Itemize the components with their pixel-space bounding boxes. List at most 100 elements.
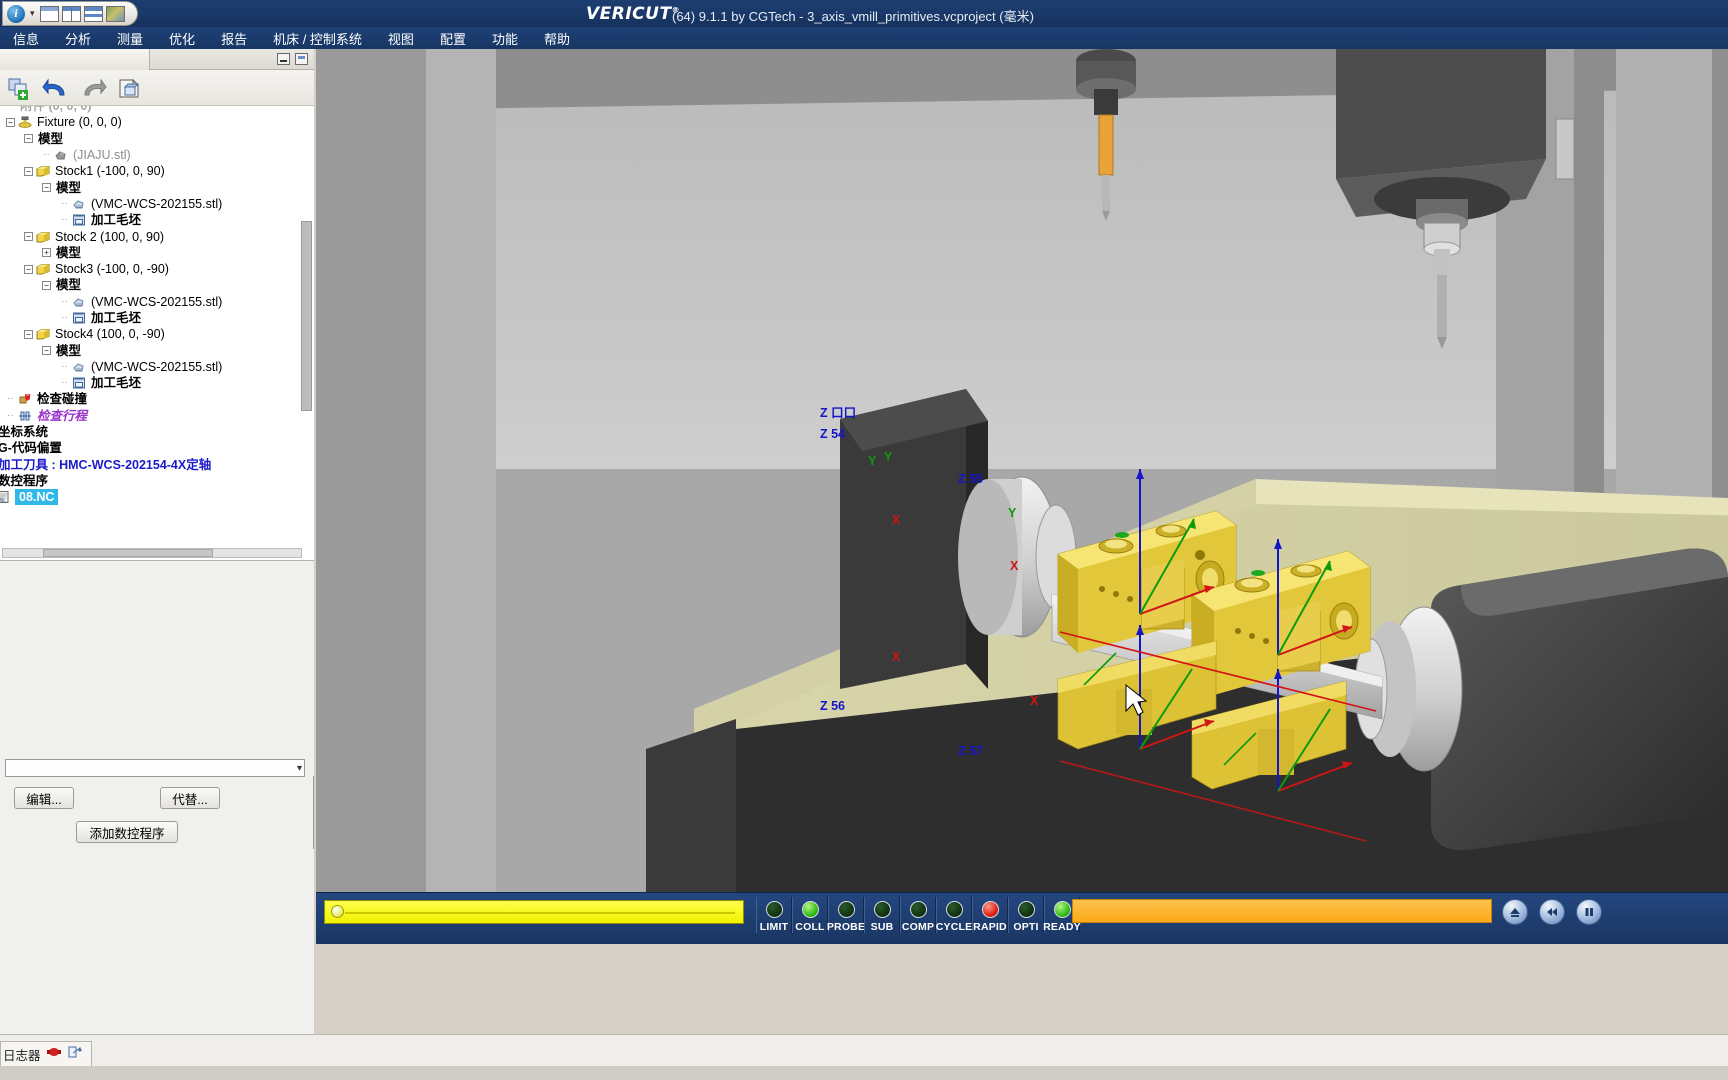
replace-button[interactable]: 代替... (160, 787, 220, 809)
panel-tab-active[interactable] (0, 49, 150, 70)
open-model-button[interactable] (116, 74, 144, 102)
tree-collapse-toggle[interactable]: − (24, 264, 33, 274)
tree-row-label: 附件 (0, 0, 0) (20, 106, 92, 114)
simulation-speed-slider[interactable] (324, 900, 744, 924)
tree-collapse-toggle[interactable]: − (42, 280, 51, 290)
tree-leaf-connector: ·· (61, 377, 68, 389)
maximize-icon[interactable] (295, 53, 308, 65)
status-led-coll[interactable]: COLL (792, 897, 828, 933)
image-preview-icon[interactable] (105, 5, 125, 22)
tree-row[interactable]: 数控程序 (0, 473, 314, 489)
tree-row[interactable]: ·· 加工毛坯 (0, 212, 314, 228)
single-pane-layout-icon[interactable] (39, 5, 59, 22)
log-status-area[interactable]: 日志器 (0, 1041, 92, 1067)
tree-leaf-connector: ·· (43, 149, 50, 161)
tree-row[interactable]: − Stock1 (-100, 0, 90) (0, 163, 314, 179)
tree-collapse-toggle[interactable]: − (24, 134, 33, 144)
tree-vertical-scrollbar[interactable] (301, 221, 312, 411)
tree-row[interactable]: ·· 检查行程 (0, 408, 314, 424)
reset-button[interactable] (1502, 899, 1528, 925)
status-led-comp[interactable]: COMP (900, 897, 936, 933)
status-led-cycle[interactable]: CYCLE (936, 897, 972, 933)
chevron-down-icon[interactable]: ▾ (297, 763, 302, 774)
tree-horizontal-scrollbar[interactable] (2, 548, 302, 558)
menu-item-view[interactable]: 视图 (375, 27, 427, 50)
tree-row[interactable]: ··NC08.NC (0, 489, 314, 506)
tree-collapse-toggle[interactable]: − (42, 183, 51, 193)
rewind-button[interactable] (1539, 899, 1565, 925)
tree-row[interactable]: ·· (VMC-WCS-202155.stl) (0, 359, 314, 375)
machine-simulation-viewport[interactable]: Z 口口 Z 54 Z 55 Z 56 Z 57 X X X X Y Y Y (316, 49, 1728, 892)
minimize-icon[interactable] (277, 53, 290, 65)
led-indicator (945, 901, 963, 918)
blank-stock-icon (73, 312, 85, 324)
nc-file-icon: NC (0, 491, 9, 504)
tree-row[interactable]: ·· (JIAJU.stl) (0, 147, 314, 163)
tree-row[interactable]: + 模型 (0, 245, 314, 261)
machine-scene (316, 49, 1728, 892)
status-led-sub[interactable]: SUB (864, 897, 900, 933)
tree-row[interactable]: 附件 (0, 0, 0) (0, 106, 314, 114)
tree-collapse-toggle[interactable]: − (24, 166, 33, 176)
status-led-opti[interactable]: OPTI (1008, 897, 1044, 933)
tree-row[interactable]: − Stock4 (100, 0, -90) (0, 326, 314, 342)
log-error-icon[interactable] (46, 1045, 62, 1064)
add-component-button[interactable] (5, 74, 33, 102)
tree-row[interactable]: 坐标系统 (0, 424, 314, 440)
menu-item-help[interactable]: 帮助 (531, 27, 583, 50)
menu-item-report[interactable]: 报告 (208, 27, 260, 50)
tree-row[interactable]: ·· (VMC-WCS-202155.stl) (0, 294, 314, 310)
tree-row[interactable]: − 模型 (0, 342, 314, 358)
axis-label-y-2: Y (884, 450, 893, 464)
menu-item-info[interactable]: 信息 (0, 27, 52, 50)
add-nc-program-button[interactable]: 添加数控程序 (76, 821, 178, 843)
tree-leaf-connector: ·· (61, 214, 68, 226)
tree-leaf-connector: ·· (61, 295, 68, 307)
tree-row[interactable]: ·· 加工毛坯 (0, 310, 314, 326)
info-icon[interactable]: i (7, 4, 25, 23)
simulation-status-bar: LIMIT COLL PROBE SUB COMP CYCLE RAPID OPTI READY (316, 892, 1728, 944)
slider-knob[interactable] (331, 905, 344, 918)
tree-expand-toggle[interactable]: + (42, 248, 51, 258)
tree-row[interactable]: − 模型 (0, 277, 314, 293)
status-led-limit[interactable]: LIMIT (756, 897, 792, 933)
vertical-split-layout-icon[interactable] (61, 5, 81, 22)
redo-button[interactable] (79, 74, 107, 102)
tree-collapse-toggle[interactable]: − (6, 117, 15, 127)
horizontal-split-layout-icon[interactable] (83, 5, 103, 22)
nc-program-combo[interactable]: ▾ (5, 759, 305, 777)
menu-item-analysis[interactable]: 分析 (52, 27, 104, 50)
tree-row[interactable]: ·· 检查碰撞 (0, 391, 314, 407)
led-indicator (1053, 901, 1071, 918)
menu-item-config[interactable]: 配置 (427, 27, 479, 50)
menu-item-optimize[interactable]: 优化 (156, 27, 208, 50)
tree-row[interactable]: − Stock 2 (100, 0, 90) (0, 228, 314, 244)
tree-row[interactable]: − Fixture (0, 0, 0) (0, 114, 314, 130)
tree-collapse-toggle[interactable]: − (24, 232, 33, 242)
tree-row[interactable]: G-代码偏置 (0, 440, 314, 456)
chevron-down-icon[interactable]: ▾ (28, 8, 37, 19)
project-tree-scroll-area[interactable]: 附件 (0, 0, 0) − Fixture (0, 0, 0) − 模型 ·· (JIAJ… (0, 106, 314, 561)
tree-row[interactable]: − Stock3 (-100, 0, -90) (0, 261, 314, 277)
edit-button[interactable]: 编辑... (14, 787, 74, 809)
log-open-icon[interactable] (67, 1045, 83, 1064)
undo-button[interactable] (42, 74, 70, 102)
tree-row-label: (VMC-WCS-202155.stl) (91, 294, 223, 309)
menu-item-measure[interactable]: 测量 (104, 27, 156, 50)
status-led-probe[interactable]: PROBE (827, 897, 865, 933)
axis-label-z56: Z 56 (820, 699, 846, 713)
tree-row[interactable]: 加工刀具 : HMC-WCS-202154-4X定轴 (0, 457, 314, 473)
tree-row[interactable]: − 模型 (0, 179, 314, 195)
status-led-rapid[interactable]: RAPID (972, 897, 1008, 933)
tree-row[interactable]: ·· 加工毛坯 (0, 375, 314, 391)
tree-row-label: 模型 (56, 245, 82, 260)
menu-item-machine-control[interactable]: 机床 / 控制系统 (260, 27, 375, 50)
simulation-progress-bar (1072, 899, 1492, 923)
tree-row[interactable]: − 模型 (0, 131, 314, 147)
pause-button[interactable] (1576, 899, 1602, 925)
menu-item-function[interactable]: 功能 (479, 27, 531, 50)
tree-row[interactable]: ·· (VMC-WCS-202155.stl) (0, 196, 314, 212)
tree-collapse-toggle[interactable]: − (24, 329, 33, 339)
tree-leaf-connector: ·· (61, 360, 68, 372)
tree-collapse-toggle[interactable]: − (42, 346, 51, 356)
